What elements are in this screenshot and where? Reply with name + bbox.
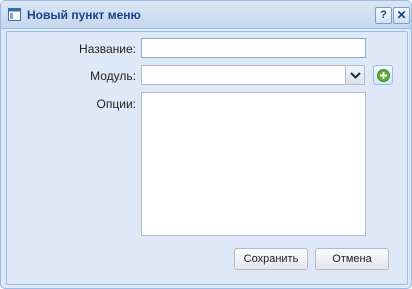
module-select[interactable] (141, 65, 346, 85)
cancel-button[interactable]: Отмена (315, 248, 389, 270)
close-icon: ✕ (396, 8, 407, 22)
name-input[interactable] (141, 38, 366, 58)
close-button[interactable]: ✕ (393, 7, 410, 24)
window-icon (8, 8, 21, 21)
name-label: Название: (79, 42, 136, 56)
add-circle-icon (377, 69, 390, 82)
help-button[interactable]: ? (375, 7, 392, 24)
add-module-button[interactable] (373, 65, 393, 85)
module-dropdown-button[interactable] (345, 65, 365, 85)
module-label: Модуль: (90, 69, 136, 83)
help-icon: ? (380, 9, 387, 21)
dialog-title: Новый пункт меню (27, 8, 141, 22)
options-label: Опции: (96, 97, 136, 111)
dialog-titlebar[interactable]: Новый пункт меню ? ✕ (1, 1, 411, 29)
chevron-down-icon (350, 72, 361, 79)
options-textarea[interactable] (141, 92, 366, 236)
save-button[interactable]: Сохранить (234, 248, 308, 270)
